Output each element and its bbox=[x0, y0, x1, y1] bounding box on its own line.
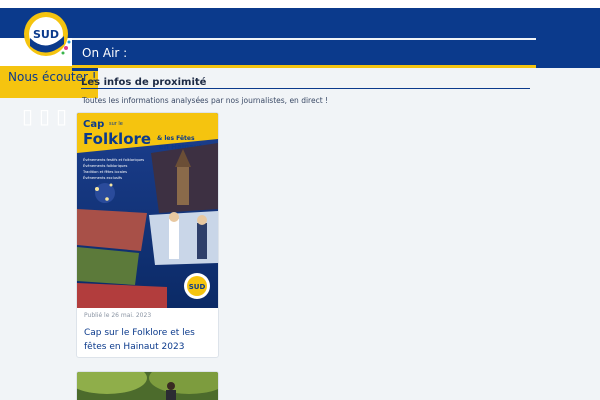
section-title: Les infos de proximité bbox=[81, 77, 207, 88]
image-festival-photo bbox=[77, 283, 167, 308]
header-band bbox=[0, 8, 600, 38]
article-image-2[interactable] bbox=[77, 372, 218, 400]
on-air-bar: On Air : bbox=[72, 40, 536, 68]
image-firework-spark bbox=[105, 197, 109, 201]
top-strip bbox=[0, 0, 600, 8]
article-title[interactable]: Cap sur le Folklore et les fêtes en Hain… bbox=[84, 326, 214, 354]
image-text-fetes: & les Fêtes bbox=[157, 135, 195, 142]
image-church-tower bbox=[177, 165, 189, 205]
image-text-cap: Cap bbox=[83, 119, 104, 130]
image-giant-head-2 bbox=[197, 215, 207, 225]
image-cyclist-head bbox=[167, 382, 175, 390]
logo-dot-blue bbox=[67, 40, 71, 44]
article-image[interactable]: Cap sur le Folklore & les Fêtes en Haina… bbox=[77, 113, 218, 308]
section-subtitle: Toutes les informations analysées par no… bbox=[82, 96, 329, 105]
image-giant-figure-2 bbox=[197, 223, 207, 259]
image-bullet-2: Événements folkloriques bbox=[83, 163, 127, 168]
image-crowd-photo bbox=[77, 209, 147, 251]
image-firework-spark bbox=[95, 187, 99, 191]
image-giant-figure bbox=[169, 219, 179, 259]
logo-text: SUD bbox=[33, 28, 59, 41]
image-giant-head bbox=[169, 212, 179, 222]
image-text-sur: sur le bbox=[109, 121, 123, 127]
image-bullet-3: Tradition et fêtes locales bbox=[82, 170, 127, 174]
image-text-folklore: Folklore bbox=[83, 130, 151, 148]
section-divider bbox=[81, 88, 530, 89]
article-card[interactable]: Cap sur le Folklore & les Fêtes en Haina… bbox=[76, 112, 219, 358]
image-parade-photo bbox=[77, 247, 139, 285]
header-right-band bbox=[536, 38, 600, 68]
on-air-label: On Air : bbox=[82, 46, 128, 60]
image-logo-text: SUD bbox=[189, 283, 206, 291]
listen-underline bbox=[72, 68, 98, 71]
page: On Air : SUD Nous écouter ! ▯▯▯ Les info… bbox=[0, 0, 600, 400]
sud-radio-logo[interactable]: SUD bbox=[22, 8, 74, 58]
image-giants-photo bbox=[149, 211, 218, 265]
image-firework-spark bbox=[109, 183, 113, 187]
image-cyclist-body bbox=[166, 390, 176, 400]
player-controls-icon[interactable]: ▯▯▯ bbox=[22, 104, 73, 128]
image-bullet-4: Événements exclusifs bbox=[83, 175, 122, 180]
image-bullet-1: Événements festifs et folkloriques bbox=[83, 157, 144, 162]
logo-dot-pink bbox=[64, 46, 68, 50]
article-date: Publié le 26 mai. 2023 bbox=[84, 312, 152, 319]
logo-dot-green bbox=[61, 51, 65, 55]
article-card-2[interactable] bbox=[76, 371, 219, 400]
